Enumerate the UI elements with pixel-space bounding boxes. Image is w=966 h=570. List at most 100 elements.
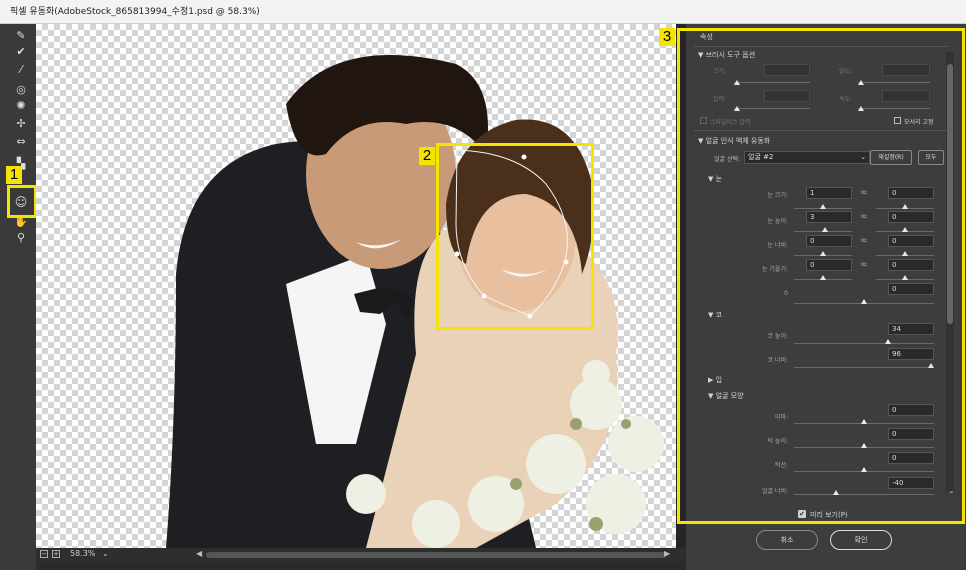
chin-height-field[interactable]: 0 <box>888 428 934 440</box>
brush-section-title: 브러시 도구 옵션 <box>705 51 756 59</box>
pin-edges-checkbox[interactable] <box>894 117 901 124</box>
all-button[interactable]: 모두 <box>918 150 944 165</box>
eye-tilt-right-thumb[interactable] <box>902 275 908 280</box>
wedding-photo <box>166 55 664 548</box>
eye-width-left-field[interactable]: 0 <box>806 235 852 247</box>
eye-width-right-field[interactable]: 0 <box>888 235 934 247</box>
tool-bar: ✎ ✔ ⁄ ◎ ✺ ✢ ⇔ ▚ ☺ ✋ ⚲ <box>0 24 36 570</box>
forehead-label: 이마: <box>774 414 788 421</box>
jawline-field[interactable]: 0 <box>888 452 934 464</box>
brush-density-field[interactable] <box>882 64 930 76</box>
preview-label: 미리 보기(P) <box>810 511 848 519</box>
nose-height-thumb[interactable] <box>885 339 891 344</box>
brush-section-toggle[interactable]: ▼ 브러시 도구 옵션 <box>698 50 755 60</box>
brush-rate-field[interactable] <box>882 90 930 102</box>
eye-tilt-left-thumb[interactable] <box>820 275 826 280</box>
eye-size-left-thumb[interactable] <box>820 204 826 209</box>
eye-height-right-thumb[interactable] <box>902 227 908 232</box>
face-tool-icon[interactable]: ☺ <box>11 192 31 212</box>
face-width-thumb[interactable] <box>833 490 839 495</box>
eye-width-left-thumb[interactable] <box>820 251 826 256</box>
scroll-left-arrow-icon[interactable]: ◀ <box>196 549 202 558</box>
twirl-tool-icon[interactable]: ◎ <box>12 82 30 98</box>
zoom-level[interactable]: 58.3% <box>70 549 95 558</box>
image-canvas[interactable] <box>36 24 676 548</box>
chin-height-thumb[interactable] <box>861 443 867 448</box>
nose-height-label: 코 높이: <box>767 333 789 340</box>
forehead-thumb[interactable] <box>861 419 867 424</box>
face-select-dropdown[interactable]: 얼굴 #2 ⌄ <box>744 151 870 164</box>
face-width-field[interactable]: -40 <box>888 477 934 489</box>
brush-rate-slider[interactable] <box>858 108 930 109</box>
status-bar: − + 58.3% ⌄ ◀ ▶ <box>36 548 686 562</box>
push-left-tool-icon[interactable]: ⇔ <box>12 134 30 150</box>
eye-size-right-thumb[interactable] <box>902 204 908 209</box>
annotation-label-2: 2 <box>419 147 435 165</box>
eye-size-right-field[interactable]: 0 <box>888 187 934 199</box>
scroll-right-arrow-icon[interactable]: ▶ <box>664 549 670 558</box>
stylus-pressure-checkbox[interactable] <box>700 117 707 124</box>
forward-warp-tool-icon[interactable]: ✎ <box>12 28 30 44</box>
brush-rate-thumb[interactable] <box>858 106 864 111</box>
ok-button[interactable]: 확인 <box>830 530 892 550</box>
canvas-horizontal-scrollbar[interactable] <box>206 552 666 558</box>
forehead-field[interactable]: 0 <box>888 404 934 416</box>
nose-height-field[interactable]: 34 <box>888 323 934 335</box>
eye-size-left-field[interactable]: 1 <box>806 187 852 199</box>
pucker-tool-icon[interactable]: ✺ <box>12 98 30 114</box>
brush-density-slider[interactable] <box>858 82 930 83</box>
smooth-tool-icon[interactable]: ⁄ <box>12 62 30 78</box>
bloat-tool-icon[interactable]: ✢ <box>12 116 30 132</box>
face-width-slider[interactable] <box>794 494 934 495</box>
face-shape-section-toggle[interactable]: ▼ 얼굴 모양 <box>708 391 744 401</box>
eye-tilt-right-field[interactable]: 0 <box>888 259 934 271</box>
mouth-section-toggle[interactable]: ▶ 입 <box>708 375 722 385</box>
eyes-section-toggle[interactable]: ▼ 눈 <box>708 174 722 184</box>
brush-pressure-slider[interactable] <box>734 108 810 109</box>
zoom-dropdown-chevron-icon[interactable]: ⌄ <box>102 549 109 558</box>
eye-tilt-link-icon[interactable]: ∞ <box>860 260 868 270</box>
brush-size-slider[interactable] <box>734 82 810 83</box>
nose-width-label: 코 너비: <box>767 357 789 364</box>
panel-scroll-thumb[interactable] <box>947 64 953 324</box>
nose-height-slider[interactable] <box>794 343 934 344</box>
eye-distance-thumb[interactable] <box>861 299 867 304</box>
nose-width-field[interactable]: 96 <box>888 348 934 360</box>
nose-width-slider[interactable] <box>794 367 934 368</box>
nose-width-thumb[interactable] <box>928 363 934 368</box>
face-section-toggle[interactable]: ▼ 얼굴 인식 액체 유동화 <box>698 136 770 146</box>
zoom-out-button[interactable]: − <box>40 550 48 558</box>
stylus-pressure-label: 스타일러스 압력 <box>710 119 751 126</box>
scroll-down-chevron-icon[interactable]: ⌄ <box>948 486 955 495</box>
eye-height-left-field[interactable]: 3 <box>806 211 852 223</box>
brush-size-label: 크기: <box>712 68 726 75</box>
eye-tilt-left-field[interactable]: 0 <box>806 259 852 271</box>
annotation-label-3: 3 <box>659 28 675 46</box>
panel-title: 속성 <box>700 33 713 41</box>
eye-size-link-icon[interactable]: ∞ <box>860 188 868 198</box>
eye-height-link-icon[interactable]: ∞ <box>860 212 868 222</box>
nose-section-toggle[interactable]: ▼ 코 <box>708 310 722 320</box>
divider <box>694 130 948 131</box>
window-title: 픽셀 유동화(AdobeStock_865813994_수정1.psd @ 58… <box>0 0 966 24</box>
preview-checkbox[interactable]: ✔ <box>798 510 806 518</box>
cancel-button[interactable]: 취소 <box>756 530 818 550</box>
brush-size-thumb[interactable] <box>734 80 740 85</box>
properties-panel: 속성 ▼ 브러시 도구 옵션 크기: 밀도: 압력: 속도: 스타일러스 압력 … <box>686 24 966 570</box>
hand-tool-icon[interactable]: ✋ <box>12 214 30 230</box>
eye-width-right-thumb[interactable] <box>902 251 908 256</box>
eye-distance-field[interactable]: 0 <box>888 283 934 295</box>
zoom-in-button[interactable]: + <box>52 550 60 558</box>
eye-height-left-thumb[interactable] <box>822 227 828 232</box>
eye-height-right-field[interactable]: 0 <box>888 211 934 223</box>
eye-distance-label: 0 <box>784 290 788 297</box>
brush-density-thumb[interactable] <box>858 80 864 85</box>
reset-button[interactable]: 재설정(R) <box>870 150 912 165</box>
eye-width-link-icon[interactable]: ∞ <box>860 236 868 246</box>
eyes-section-title: 눈 <box>715 175 723 183</box>
brush-pressure-thumb[interactable] <box>734 106 740 111</box>
chin-height-label: 턱 높이: <box>767 438 789 445</box>
reconstruct-tool-icon[interactable]: ✔ <box>12 44 30 60</box>
zoom-tool-icon[interactable]: ⚲ <box>12 230 30 246</box>
jawline-thumb[interactable] <box>861 467 867 472</box>
